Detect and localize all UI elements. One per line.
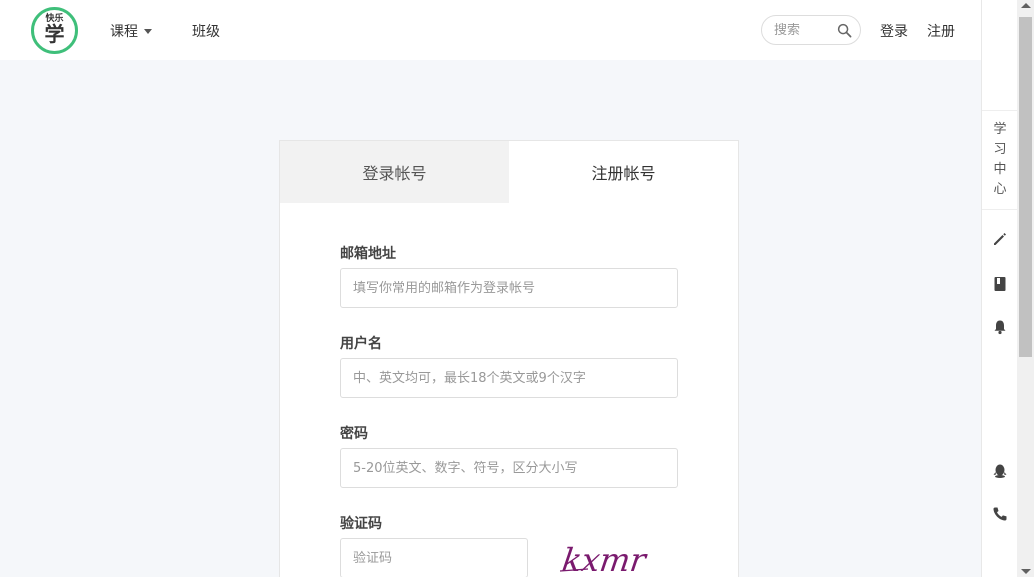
- study-center-button[interactable]: 学 习 中 心: [982, 110, 1018, 210]
- scrollbar-thumb[interactable]: [1019, 17, 1032, 357]
- search-box: [761, 15, 861, 45]
- phone-icon[interactable]: [991, 505, 1009, 523]
- right-toolbar: 学 习 中 心: [981, 0, 1018, 577]
- nav-courses-label: 课程: [110, 24, 138, 40]
- captcha-group: 验证码 kxmr: [340, 513, 678, 577]
- auth-tabs: 登录帐号 注册帐号: [280, 141, 738, 203]
- register-card: 登录帐号 注册帐号 邮箱地址 用户名 密码 验证码 kxmr: [279, 140, 739, 577]
- email-group: 邮箱地址: [340, 243, 678, 308]
- search-icon[interactable]: [837, 23, 852, 38]
- username-label: 用户名: [340, 336, 382, 352]
- register-form: 邮箱地址 用户名 密码 验证码 kxmr: [340, 243, 678, 577]
- book-icon[interactable]: [991, 275, 1009, 293]
- site-logo[interactable]: 快乐 学: [31, 7, 78, 54]
- password-field[interactable]: [340, 448, 678, 488]
- nav-classes-label: 班级: [192, 24, 220, 40]
- study-char: 心: [993, 182, 1007, 197]
- username-field[interactable]: [340, 358, 678, 398]
- chevron-down-icon: [144, 28, 152, 34]
- page-scrollbar[interactable]: [1017, 0, 1034, 577]
- captcha-image-text: kxmr: [560, 541, 650, 577]
- scroll-down-arrow-icon[interactable]: [1021, 569, 1031, 574]
- study-char: 习: [993, 142, 1007, 157]
- top-navbar: 快乐 学 课程 班级 登录 注册: [0, 0, 981, 60]
- nav-item-classes[interactable]: 班级: [192, 21, 220, 41]
- scroll-up-arrow-icon[interactable]: [1021, 3, 1031, 8]
- login-link[interactable]: 登录: [880, 21, 908, 41]
- email-field[interactable]: [340, 268, 678, 308]
- password-group: 密码: [340, 423, 678, 488]
- study-char: 学: [993, 122, 1007, 137]
- captcha-field[interactable]: [340, 538, 528, 577]
- qq-icon[interactable]: [991, 462, 1009, 480]
- tab-register-account[interactable]: 注册帐号: [509, 141, 738, 203]
- auth-links: 登录 注册: [880, 21, 955, 41]
- username-group: 用户名: [340, 333, 678, 398]
- tab-login-account[interactable]: 登录帐号: [280, 141, 509, 203]
- register-link[interactable]: 注册: [927, 21, 955, 41]
- email-label: 邮箱地址: [340, 246, 396, 262]
- captcha-label: 验证码: [340, 516, 382, 532]
- logo-big-text: 学: [44, 22, 65, 46]
- password-label: 密码: [340, 426, 368, 442]
- bell-icon[interactable]: [991, 318, 1009, 336]
- study-char: 中: [993, 162, 1007, 177]
- captcha-row: kxmr: [340, 533, 678, 577]
- pencil-icon[interactable]: [991, 230, 1009, 248]
- captcha-image[interactable]: kxmr: [558, 535, 658, 577]
- nav-item-courses[interactable]: 课程: [110, 21, 152, 41]
- main-nav: 课程 班级: [110, 21, 220, 41]
- search-input[interactable]: [774, 22, 836, 38]
